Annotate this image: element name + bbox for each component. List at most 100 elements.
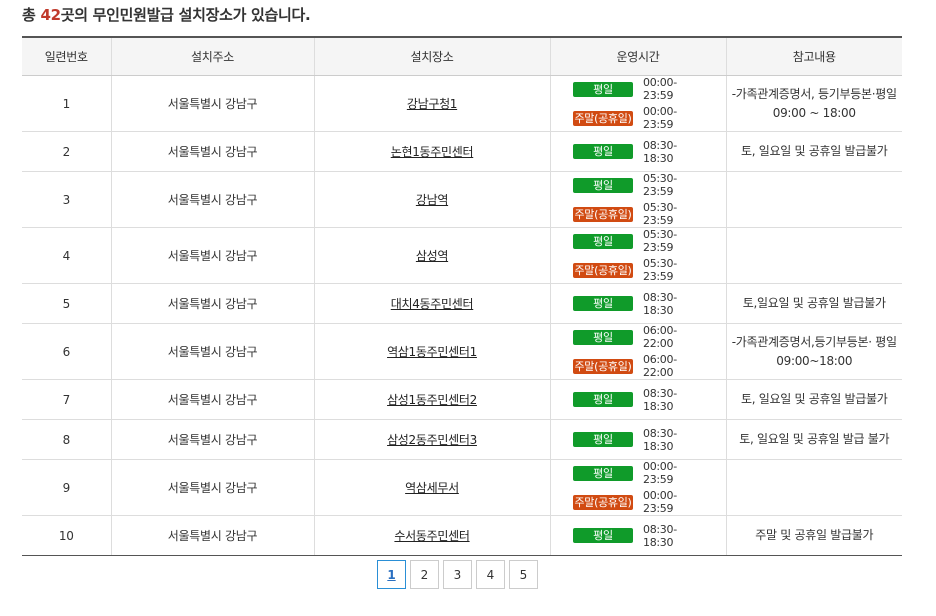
hours-cell: 평일 06:00-22:00 주말(공휴일) 06:00-22:00 xyxy=(549,323,726,380)
table-row: 9 서울특별시 강남구 역삼세무서 평일 00:00-23:59 주말(공휴일) 00:00… xyxy=(22,459,902,516)
col-operating-hours: 운영시간 xyxy=(549,36,726,76)
serial-number-cell: 8 xyxy=(22,419,111,460)
place-link[interactable]: 강남구청1 xyxy=(407,97,458,111)
address-cell: 서울특별시 강남구 xyxy=(110,323,314,380)
note-cell xyxy=(725,459,902,516)
page-button-3[interactable]: 3 xyxy=(443,560,472,589)
address-cell: 서울특별시 강남구 xyxy=(110,283,314,324)
serial-number-cell: 10 xyxy=(22,515,111,556)
weekday-badge: 평일 xyxy=(573,392,633,407)
operating-time: 00:00-23:59 xyxy=(643,76,677,102)
col-serial-number: 일련번호 xyxy=(22,36,111,76)
weekday-badge: 평일 xyxy=(573,432,633,447)
serial-number-cell: 3 xyxy=(22,171,111,228)
table-row: 10 서울특별시 강남구 수서동주민센터 평일 08:30-18:30 주말 및 공휴일 … xyxy=(22,515,902,556)
weekday-badge: 평일 xyxy=(573,177,633,193)
operating-time: 00:00-23:59 xyxy=(643,105,677,131)
page-button-4[interactable]: 4 xyxy=(476,560,505,589)
serial-number-cell: 1 xyxy=(22,75,111,132)
operating-time: 08:30-18:30 xyxy=(643,522,677,549)
result-summary: 총 42곳의 무인민원발급 설치장소가 있습니다. xyxy=(22,4,311,25)
summary-prefix: 총 xyxy=(22,6,41,24)
col-install-place: 설치장소 xyxy=(313,36,550,76)
serial-number-cell: 6 xyxy=(22,323,111,380)
operating-time: 05:30-23:59 xyxy=(643,201,677,227)
place-link[interactable]: 대치4동주민센터 xyxy=(391,297,474,311)
operating-time: 00:00-23:59 xyxy=(643,489,677,515)
hours-cell: 평일 08:30-18:30 xyxy=(549,131,726,172)
hours-cell: 평일 08:30-18:30 xyxy=(549,283,726,324)
hours-cell: 평일 05:30-23:59 주말(공휴일) 05:30-23:59 xyxy=(549,227,726,284)
serial-number-cell: 9 xyxy=(22,459,111,516)
place-cell: 수서동주민센터 xyxy=(313,515,550,556)
operating-time: 08:30-18:30 xyxy=(643,426,677,453)
hours-cell: 평일 08:30-18:30 xyxy=(549,515,726,556)
weekend-badge: 주말(공휴일) xyxy=(573,206,633,222)
hours-cell: 평일 05:30-23:59 주말(공휴일) 05:30-23:59 xyxy=(549,171,726,228)
operating-time: 08:30-18:30 xyxy=(643,138,677,165)
table-row: 5 서울특별시 강남구 대치4동주민센터 평일 08:30-18:30 토,일요일 및 공… xyxy=(22,283,902,324)
place-link[interactable]: 역삼세무서 xyxy=(405,481,459,495)
operating-time: 08:30-18:30 xyxy=(643,290,677,317)
note-cell: 토, 일요일 및 공휴일 발급 불가 xyxy=(725,419,902,460)
address-cell: 서울특별시 강남구 xyxy=(110,515,314,556)
place-link[interactable]: 삼성1동주민센터2 xyxy=(387,393,477,407)
page-button-2[interactable]: 2 xyxy=(410,560,439,589)
note-cell: -가족관계증명서, 등기부등본·평일 09:00 ~ 18:00 xyxy=(725,75,902,132)
hours-cell: 평일 08:30-18:30 xyxy=(549,419,726,460)
weekday-badge: 평일 xyxy=(573,329,633,345)
serial-number-cell: 5 xyxy=(22,283,111,324)
address-cell: 서울특별시 강남구 xyxy=(110,227,314,284)
place-link[interactable]: 수서동주민센터 xyxy=(394,529,469,543)
note-cell xyxy=(725,171,902,228)
place-cell: 삼성2동주민센터3 xyxy=(313,419,550,460)
note-cell: 토, 일요일 및 공휴일 발급불가 xyxy=(725,379,902,420)
place-cell: 삼성1동주민센터2 xyxy=(313,379,550,420)
weekend-badge: 주말(공휴일) xyxy=(573,358,633,374)
hours-cell: 평일 00:00-23:59 주말(공휴일) 00:00-23:59 xyxy=(549,459,726,516)
place-cell: 논현1동주민센터 xyxy=(313,131,550,172)
weekday-badge: 평일 xyxy=(573,528,633,543)
place-link[interactable]: 강남역 xyxy=(416,193,449,207)
table-row: 2 서울특별시 강남구 논현1동주민센터 평일 08:30-18:30 토, 일요일 및 … xyxy=(22,131,902,172)
table-row: 3 서울특별시 강남구 강남역 평일 05:30-23:59 주말(공휴일) 05:30-2… xyxy=(22,171,902,228)
hours-cell: 평일 08:30-18:30 xyxy=(549,379,726,420)
weekend-badge: 주말(공휴일) xyxy=(573,110,633,126)
serial-number-cell: 4 xyxy=(22,227,111,284)
place-cell: 강남구청1 xyxy=(313,75,550,132)
operating-time: 08:30-18:30 xyxy=(643,386,677,413)
operating-time: 05:30-23:59 xyxy=(643,172,677,198)
address-cell: 서울특별시 강남구 xyxy=(110,459,314,516)
table-row: 8 서울특별시 강남구 삼성2동주민센터3 평일 08:30-18:30 토, 일요일 및… xyxy=(22,419,902,460)
place-cell: 강남역 xyxy=(313,171,550,228)
place-link[interactable]: 삼성2동주민센터3 xyxy=(387,433,477,447)
note-cell: -가족관계증명서,등기부등본· 평일 09:00~18:00 xyxy=(725,323,902,380)
address-cell: 서울특별시 강남구 xyxy=(110,419,314,460)
page-button-5[interactable]: 5 xyxy=(509,560,538,589)
summary-suffix: 곳의 무인민원발급 설치장소가 있습니다. xyxy=(60,6,311,24)
address-cell: 서울특별시 강남구 xyxy=(110,75,314,132)
place-cell: 대치4동주민센터 xyxy=(313,283,550,324)
weekday-badge: 평일 xyxy=(573,296,633,311)
serial-number-cell: 2 xyxy=(22,131,111,172)
weekend-badge: 주말(공휴일) xyxy=(573,494,633,510)
weekend-badge: 주말(공휴일) xyxy=(573,262,633,278)
place-link[interactable]: 삼성역 xyxy=(416,249,449,263)
table-row: 7 서울특별시 강남구 삼성1동주민센터2 평일 08:30-18:30 토, 일요일 및… xyxy=(22,379,902,420)
table-row: 1 서울특별시 강남구 강남구청1 평일 00:00-23:59 주말(공휴일) 00:00… xyxy=(22,75,902,132)
page-button-1[interactable]: 1 xyxy=(377,560,406,589)
operating-time: 05:30-23:59 xyxy=(643,228,677,254)
weekday-badge: 평일 xyxy=(573,144,633,159)
col-install-address: 설치주소 xyxy=(110,36,314,76)
place-link[interactable]: 역삼1동주민센터1 xyxy=(387,345,477,359)
note-cell: 토, 일요일 및 공휴일 발급불가 xyxy=(725,131,902,172)
pagination: 12345 xyxy=(377,560,538,589)
weekday-badge: 평일 xyxy=(573,233,633,249)
operating-time: 06:00-22:00 xyxy=(643,353,677,379)
note-cell xyxy=(725,227,902,284)
place-link[interactable]: 논현1동주민센터 xyxy=(391,145,474,159)
address-cell: 서울특별시 강남구 xyxy=(110,171,314,228)
place-cell: 역삼세무서 xyxy=(313,459,550,516)
operating-time: 00:00-23:59 xyxy=(643,460,677,486)
kiosk-location-table: 일련번호 설치주소 설치장소 운영시간 참고내용 1 서울특별시 강남구 강남구청1… xyxy=(22,36,902,556)
